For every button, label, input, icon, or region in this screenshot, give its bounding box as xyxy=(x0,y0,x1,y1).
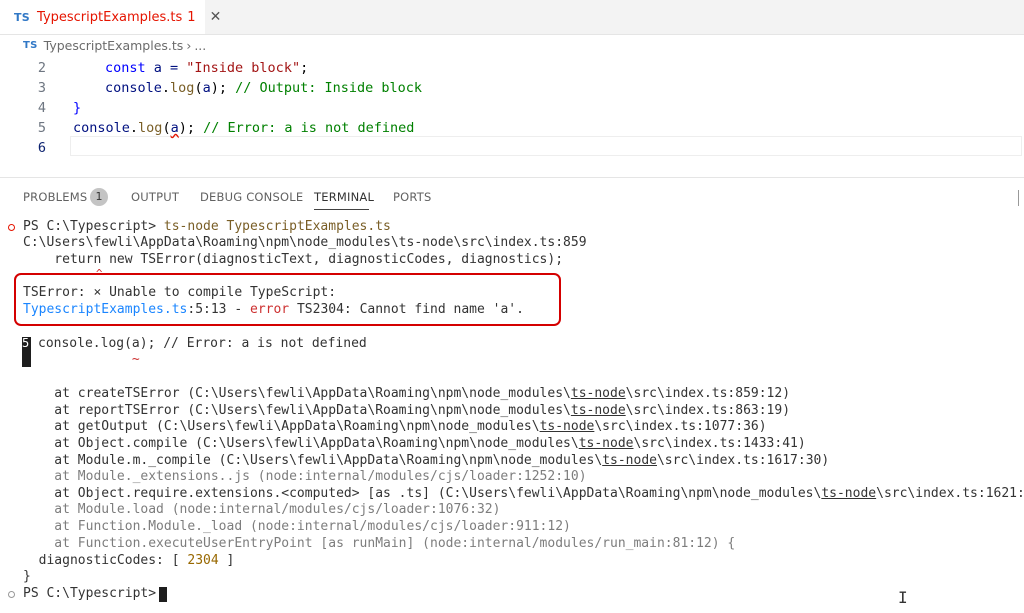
mouse-ibeam-cursor-icon: I xyxy=(898,588,908,607)
terminal-line: console.log(a); // Error: a is not defin… xyxy=(38,336,367,351)
line-number-marker: 5 xyxy=(22,336,31,367)
stack-line: at createTSError (C:\Users\fewli\AppData… xyxy=(23,386,791,401)
stack-line: at Function.Module._load (node:internal/… xyxy=(23,519,571,534)
line-content: console.log(a); // Output: Inside block xyxy=(105,80,423,96)
tab-filename: TypescriptExamples.ts xyxy=(37,9,183,25)
stack-line: at Object.require.extensions.<computed> … xyxy=(23,486,1024,501)
terminal-line: return new TSError(diagnosticText, diagn… xyxy=(23,252,564,267)
typescript-file-icon: TS xyxy=(23,39,38,51)
line-number: 2 xyxy=(37,60,46,76)
problems-count-badge: 1 xyxy=(90,188,108,206)
editor-tab-bar: TS TypescriptExamples.ts 1 ✕ xyxy=(0,0,1024,35)
line-content: } xyxy=(73,100,82,116)
terminal-line: C:\Users\fewli\AppData\Roaming\npm\node_… xyxy=(23,235,587,250)
error-squiggle: a xyxy=(170,120,179,136)
line-number: 6 xyxy=(37,140,46,156)
code-line: 5 console.log(a); // Error: a is not def… xyxy=(0,118,1024,138)
stack-line: at Object.compile (C:\Users\fewli\AppDat… xyxy=(23,436,806,451)
terminal-prompt: PS C:\Typescript> xyxy=(23,586,164,601)
breadcrumb-more[interactable]: ... xyxy=(194,38,206,53)
breadcrumb-file[interactable]: TypescriptExamples.ts xyxy=(44,38,184,53)
code-line: 2 const a = "Inside block"; xyxy=(0,58,1024,78)
typescript-file-icon: TS xyxy=(14,10,31,24)
line-content: console.log(a); // Error: a is not defin… xyxy=(73,120,415,136)
stack-line: at Function.executeUserEntryPoint [as ru… xyxy=(23,536,736,551)
stack-line: at reportTSError (C:\Users\fewli\AppData… xyxy=(23,403,791,418)
line-content: const a = "Inside block"; xyxy=(105,60,309,76)
line-number: 5 xyxy=(37,120,46,136)
tab-ports[interactable]: PORTS xyxy=(393,190,431,204)
terminal-cursor xyxy=(159,587,167,602)
terminal-line: diagnosticCodes: [ 2304 ] xyxy=(23,553,235,568)
tab-debug-console[interactable]: DEBUG CONSOLE xyxy=(200,190,303,204)
line-number: 4 xyxy=(37,100,46,116)
error-highlight-box xyxy=(14,273,561,326)
stack-line: at Module.m._compile (C:\Users\fewli\App… xyxy=(23,453,830,468)
tab-problems[interactable]: PROBLEMS xyxy=(23,190,87,204)
chevron-right-icon: › xyxy=(186,37,192,53)
terminal-line: PS C:\Typescript> ts-node TypescriptExam… xyxy=(23,219,391,234)
tab-output[interactable]: OUTPUT xyxy=(131,190,179,204)
code-editor[interactable]: 2 const a = "Inside block"; 3 console.lo… xyxy=(0,56,1024,176)
command-error-decoration-icon[interactable] xyxy=(8,224,15,231)
terminal-line: ~ xyxy=(38,352,140,367)
stack-line: at getOutput (C:\Users\fewli\AppData\Roa… xyxy=(23,419,767,434)
code-line: 3 console.log(a); // Output: Inside bloc… xyxy=(0,78,1024,98)
line-number: 3 xyxy=(37,80,46,96)
tab-terminal[interactable]: TERMINAL xyxy=(314,190,374,204)
command-decoration-icon[interactable] xyxy=(8,591,15,598)
active-tab-indicator xyxy=(314,209,369,210)
stack-line: at Module.load (node:internal/modules/cj… xyxy=(23,502,501,517)
code-line: 4 } xyxy=(0,98,1024,118)
editor-tab-typescriptexamples[interactable]: TS TypescriptExamples.ts 1 ✕ xyxy=(0,0,221,34)
stack-line: at Module._extensions..js (node:internal… xyxy=(23,469,587,484)
scrollbar[interactable] xyxy=(1018,190,1019,206)
breadcrumb: TS TypescriptExamples.ts › ... xyxy=(0,34,1024,56)
tab-problem-count: 1 xyxy=(187,9,196,25)
terminal-line: } xyxy=(23,569,31,584)
close-icon[interactable]: ✕ xyxy=(210,9,222,25)
code-line: 6 xyxy=(0,138,1024,158)
